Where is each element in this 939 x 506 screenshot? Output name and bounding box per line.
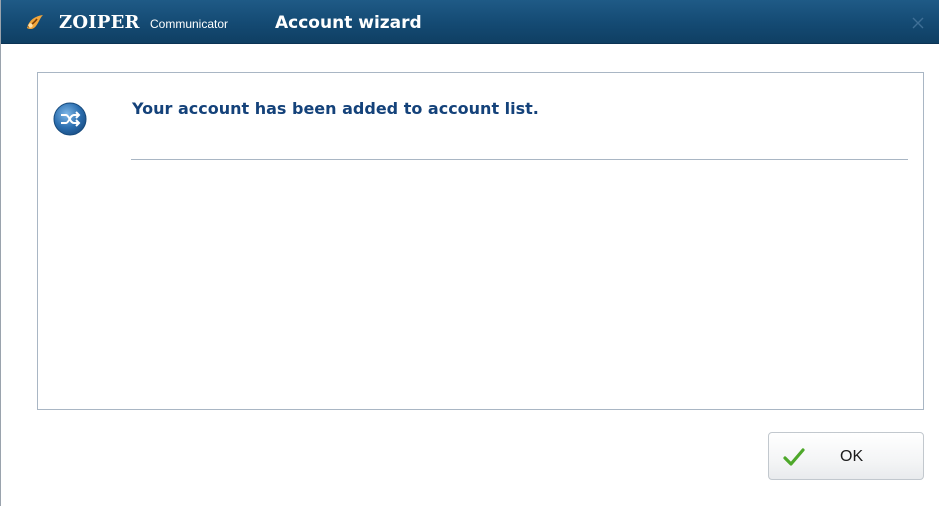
wizard-content-panel: Your account has been added to account l… (37, 72, 924, 410)
brand-subtitle: Communicator (150, 17, 229, 31)
success-message: Your account has been added to account l… (132, 99, 539, 118)
brand-name: ZOIPER (59, 12, 140, 33)
title-bar[interactable]: ZOIPER Communicator Account wizard (1, 0, 939, 44)
zoiper-logo-icon (27, 15, 43, 30)
shuffle-icon (53, 102, 87, 136)
ok-button-label: OK (840, 448, 864, 465)
checkmark-icon (783, 448, 805, 466)
divider (131, 159, 908, 160)
ok-button[interactable]: OK (768, 432, 924, 480)
account-wizard-window: ZOIPER Communicator Account wizard Your … (0, 0, 939, 506)
window-title: Account wizard (275, 13, 422, 33)
close-icon[interactable] (907, 12, 929, 34)
